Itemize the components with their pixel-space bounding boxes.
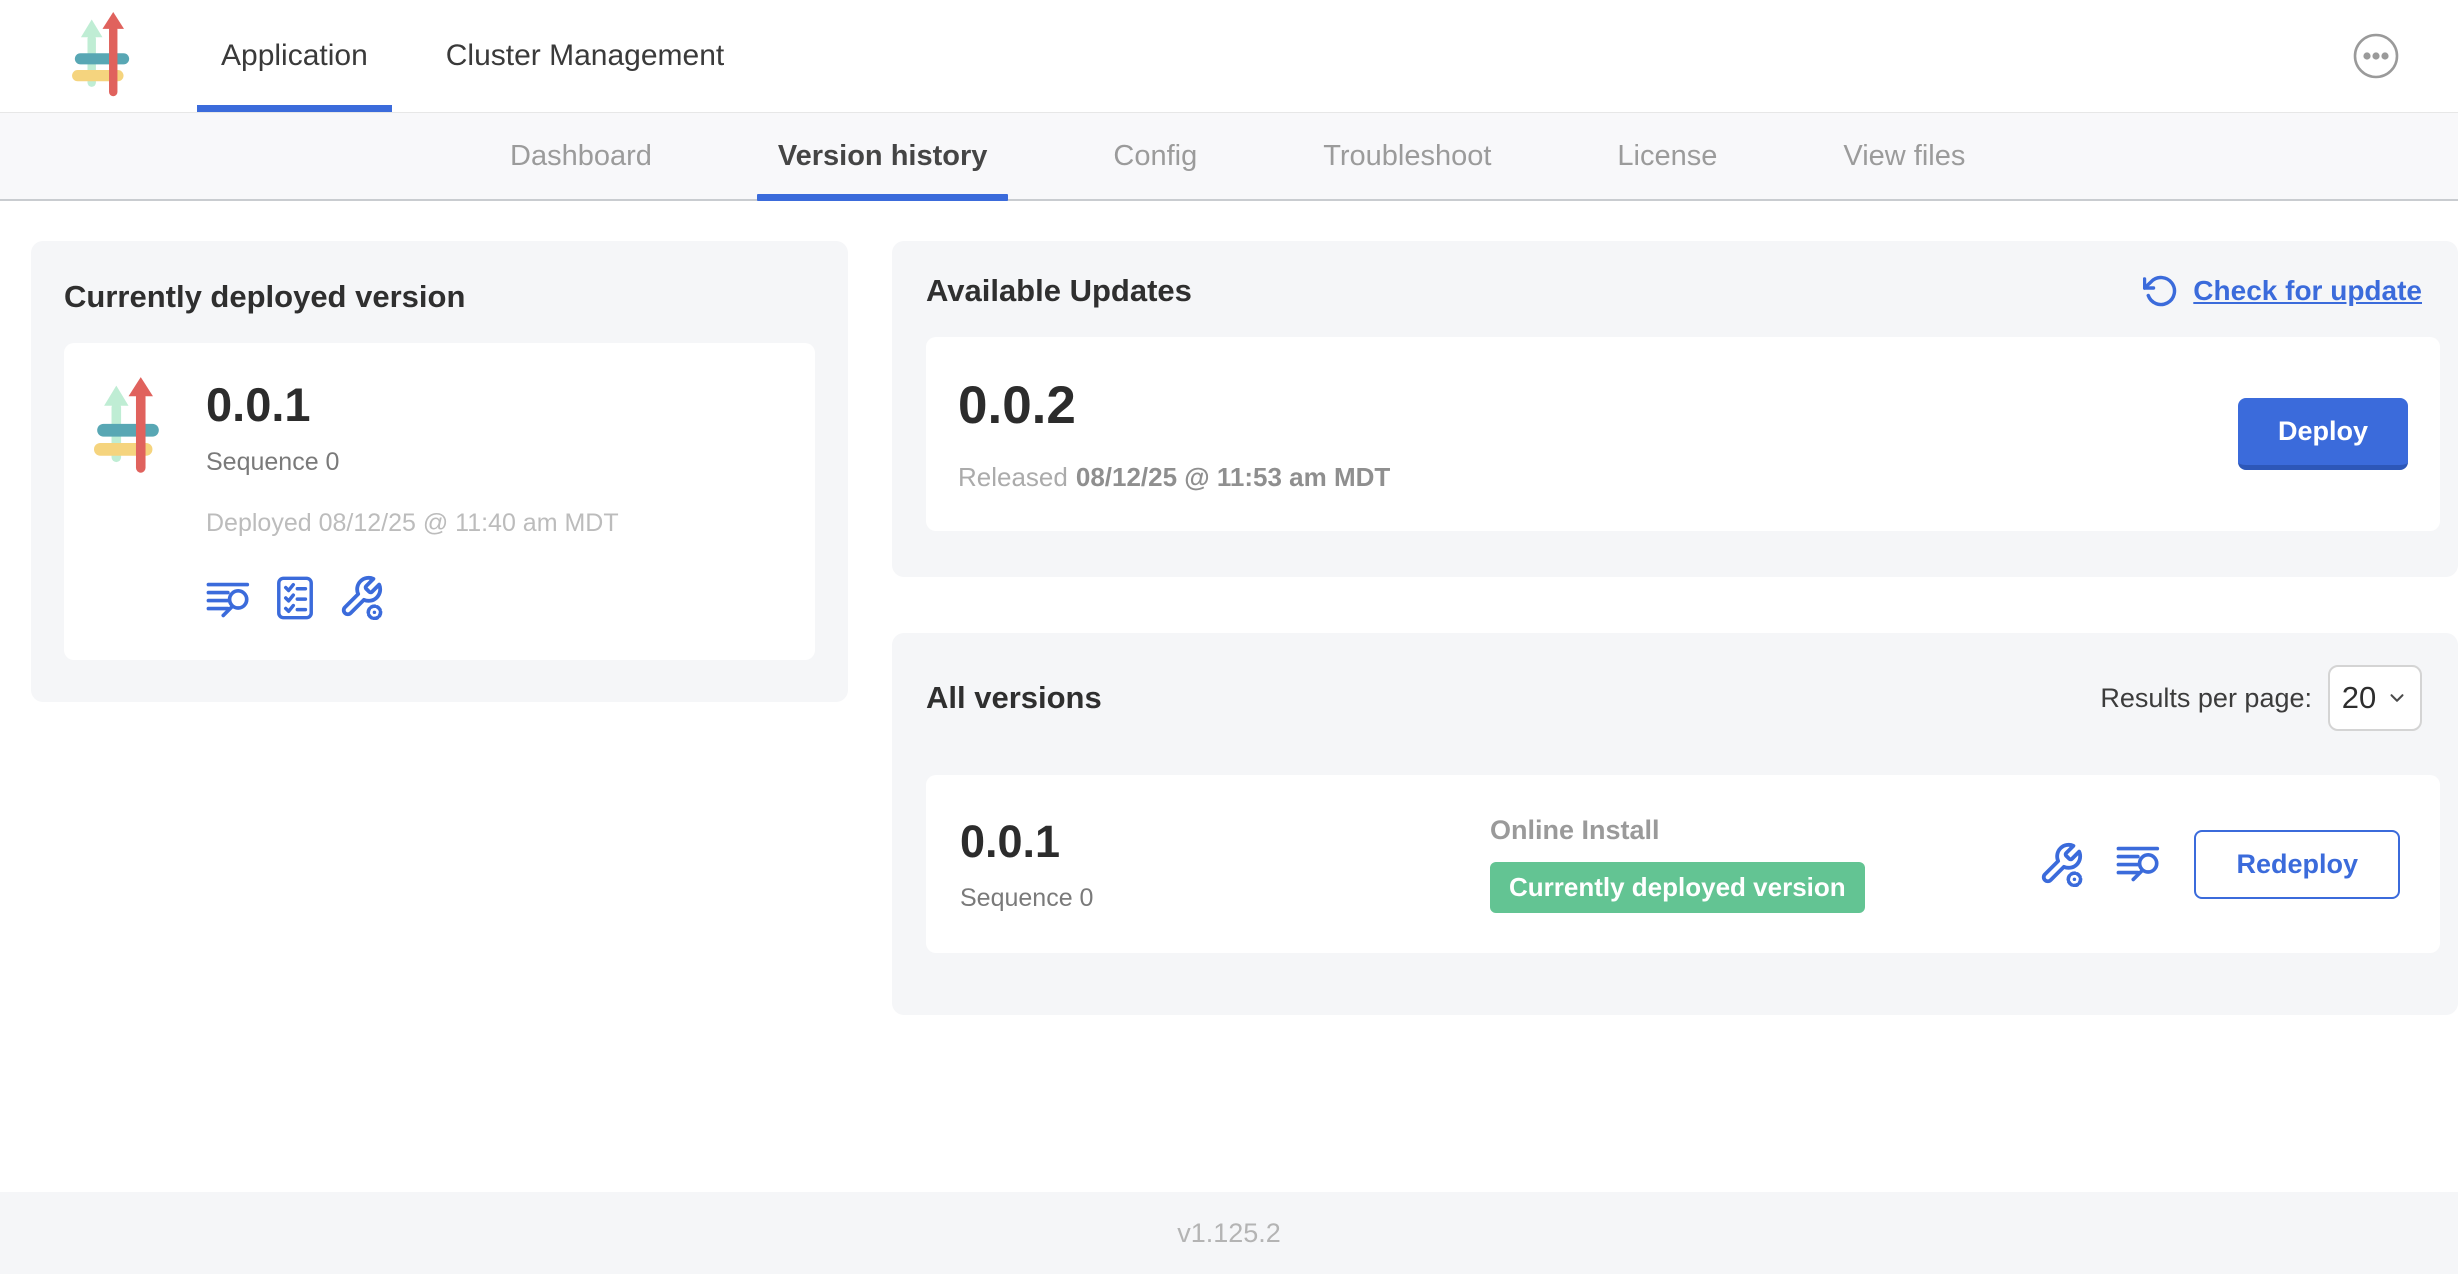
view-logs-icon xyxy=(206,580,252,620)
tab-dashboard[interactable]: Dashboard xyxy=(447,113,715,199)
right-column: Available Updates Check for update 0.0.2 xyxy=(892,241,2458,1015)
results-per-page-value: 20 xyxy=(2342,680,2376,716)
top-tab-application[interactable]: Application xyxy=(195,0,394,112)
update-released-line: Released 08/12/25 @ 11:53 am MDT xyxy=(958,462,1390,493)
app-footer: v1.125.2 xyxy=(0,1192,2458,1274)
tab-license[interactable]: License xyxy=(1554,113,1780,199)
all-versions-card: All versions Results per page: 20 xyxy=(892,633,2458,1015)
edit-config-icon xyxy=(338,574,384,620)
all-versions-title: All versions xyxy=(926,680,1102,716)
tab-license-label: License xyxy=(1617,140,1717,173)
top-nav: Application Cluster Management xyxy=(0,0,2458,113)
deployed-version-number: 0.0.1 xyxy=(206,377,785,432)
deployed-version-panel: 0.0.1 Sequence 0 Deployed 08/12/25 @ 11:… xyxy=(64,343,815,660)
sub-nav: Dashboard Version history Config Trouble… xyxy=(0,113,2458,201)
top-tab-application-label: Application xyxy=(221,39,368,73)
tab-view-files-label: View files xyxy=(1843,140,1965,173)
released-label: Released xyxy=(958,462,1068,492)
results-per-page-select[interactable]: 20 xyxy=(2328,665,2422,731)
check-for-update-link[interactable]: Check for update xyxy=(2143,273,2422,309)
deployed-timestamp: Deployed 08/12/25 @ 11:40 am MDT xyxy=(206,509,785,538)
deployed-sequence: Sequence 0 xyxy=(206,448,785,477)
results-per-page-label: Results per page: xyxy=(2100,683,2312,714)
tab-config[interactable]: Config xyxy=(1050,113,1260,199)
version-row: 0.0.1 Sequence 0 Online Install Currentl… xyxy=(926,775,2440,953)
version-row-actions: Redeploy xyxy=(2038,830,2406,899)
tab-config-label: Config xyxy=(1113,140,1197,173)
version-row-status: Online Install Currently deployed versio… xyxy=(1490,815,2038,913)
top-tab-cluster-management-label: Cluster Management xyxy=(446,39,724,73)
version-row-info: 0.0.1 Sequence 0 xyxy=(960,816,1490,913)
row-sequence: Sequence 0 xyxy=(960,884,1490,913)
tab-version-history[interactable]: Version history xyxy=(715,113,1051,199)
view-logs-button[interactable] xyxy=(2116,844,2162,884)
main-content: Currently deployed version 0.0.1 xyxy=(0,201,2458,1192)
update-version-number: 0.0.2 xyxy=(958,375,1390,436)
tab-troubleshoot[interactable]: Troubleshoot xyxy=(1260,113,1554,199)
ellipsis-menu-button[interactable] xyxy=(2352,32,2400,80)
view-logs-icon xyxy=(2116,844,2162,884)
tab-view-files[interactable]: View files xyxy=(1780,113,2028,199)
refresh-icon xyxy=(2143,273,2179,309)
ellipsis-menu-icon xyxy=(2352,32,2400,80)
currently-deployed-badge: Currently deployed version xyxy=(1490,862,1865,913)
tab-version-history-label: Version history xyxy=(778,140,988,173)
view-logs-button[interactable] xyxy=(206,580,252,620)
released-timestamp: 08/12/25 @ 11:53 am MDT xyxy=(1076,462,1390,492)
results-per-page: Results per page: 20 xyxy=(2100,665,2422,731)
top-tab-cluster-management[interactable]: Cluster Management xyxy=(420,0,750,112)
install-type-label: Online Install xyxy=(1490,815,2038,846)
preflight-checks-button[interactable] xyxy=(276,576,314,620)
edit-config-button[interactable] xyxy=(2038,841,2084,887)
edit-config-icon xyxy=(2038,841,2084,887)
deployed-card-title: Currently deployed version xyxy=(64,279,815,315)
row-version-number: 0.0.1 xyxy=(960,816,1490,868)
tab-dashboard-label: Dashboard xyxy=(510,140,652,173)
redeploy-button[interactable]: Redeploy xyxy=(2194,830,2400,899)
check-for-update-label: Check for update xyxy=(2193,275,2422,307)
available-updates-title: Available Updates xyxy=(926,273,1192,309)
app-logo-icon xyxy=(94,377,206,620)
console-version: v1.125.2 xyxy=(1177,1218,1281,1249)
edit-config-button[interactable] xyxy=(338,574,384,620)
deployed-version-meta: Sequence 0 Deployed 08/12/25 @ 11:40 am … xyxy=(206,432,785,620)
update-info: 0.0.2 Released 08/12/25 @ 11:53 am MDT xyxy=(958,375,1390,493)
update-row: 0.0.2 Released 08/12/25 @ 11:53 am MDT De… xyxy=(926,337,2440,531)
deployed-actions xyxy=(206,574,785,620)
available-updates-card: Available Updates Check for update 0.0.2 xyxy=(892,241,2458,577)
deploy-button[interactable]: Deploy xyxy=(2238,398,2408,470)
app-logo-icon xyxy=(72,12,132,100)
chevron-down-icon xyxy=(2386,687,2408,709)
tab-troubleshoot-label: Troubleshoot xyxy=(1323,140,1491,173)
deployed-card: Currently deployed version 0.0.1 xyxy=(31,241,848,702)
preflight-checks-icon xyxy=(276,576,314,620)
